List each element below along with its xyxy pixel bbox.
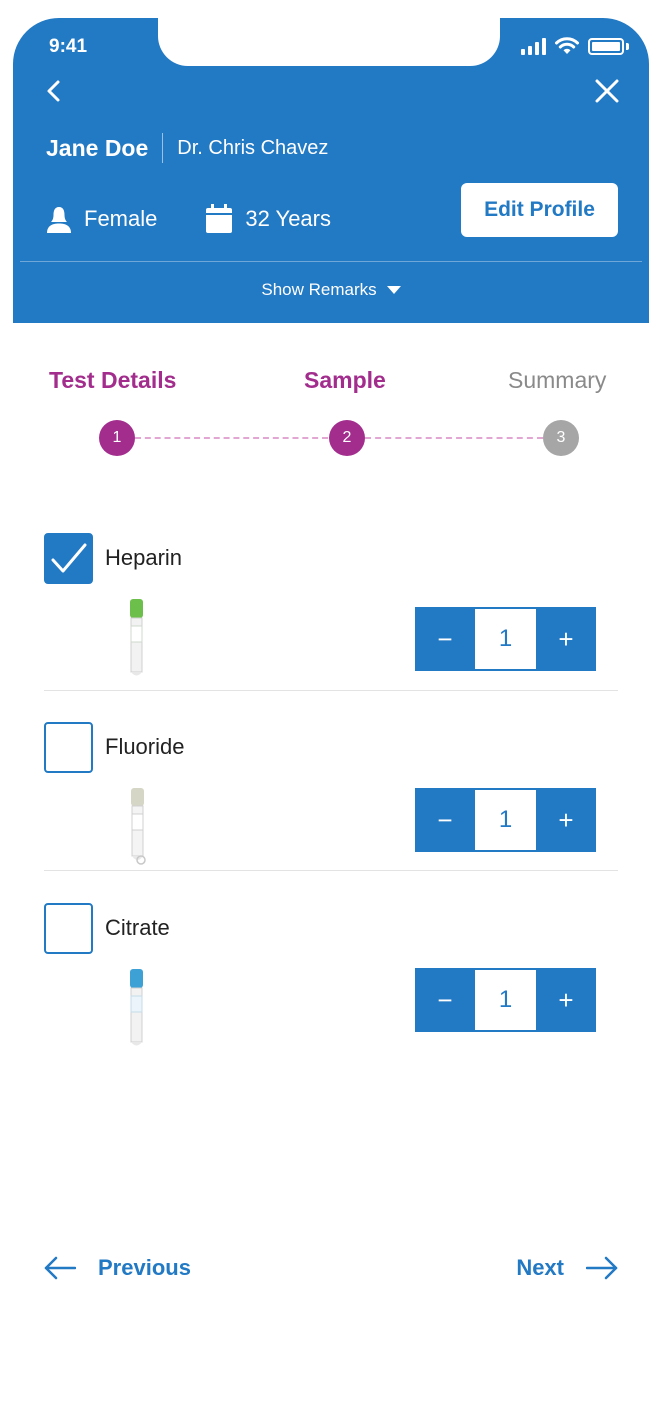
white-tube-icon [131,788,146,865]
battery-icon [588,37,624,55]
header-divider [20,261,642,262]
step-label-sample[interactable]: Sample [304,367,386,394]
quantity-value[interactable]: 1 [475,609,536,669]
quantity-value[interactable]: 1 [475,970,536,1030]
person-icon [47,207,71,233]
patient-name: Jane Doe [46,134,149,161]
arrow-right-icon [586,1256,618,1280]
wifi-icon [555,37,579,54]
edit-profile-button[interactable]: Edit Profile [461,183,618,237]
sample-item-citrate: Citrate − 1 + [44,903,618,1053]
sample-checkbox-fluoride[interactable] [44,722,93,773]
status-icons [521,36,629,56]
next-button[interactable]: Next [516,1255,618,1281]
sample-name: Heparin [105,545,183,570]
step-number-3[interactable]: 3 [543,420,579,456]
sample-item-fluoride: Fluoride − 1 + [44,722,618,872]
decrease-button[interactable]: − [415,968,475,1032]
arrow-left-icon [44,1256,76,1280]
increase-button[interactable]: + [536,968,596,1032]
step-label-test-details[interactable]: Test Details [49,367,176,394]
sample-name: Fluoride [105,734,185,759]
sample-name: Citrate [105,915,170,940]
show-remarks-toggle[interactable]: Show Remarks [13,280,649,300]
gender-info: Female [46,205,157,233]
sample-divider [44,690,618,691]
battery-tip [626,42,629,50]
increase-button[interactable]: + [536,607,596,671]
step-label-summary[interactable]: Summary [508,367,606,394]
step-connector [365,437,543,439]
quantity-value[interactable]: 1 [475,790,536,850]
green-tube-icon [130,599,143,676]
calendar-icon [206,204,233,233]
back-arrow-icon[interactable] [41,78,67,104]
quantity-stepper: − 1 + [415,788,596,852]
sample-divider [44,870,618,871]
quantity-stepper: − 1 + [415,607,596,671]
name-divider [162,133,164,163]
close-icon[interactable] [595,79,619,103]
previous-button[interactable]: Previous [44,1255,191,1281]
gender-label: Female [84,206,158,231]
status-time: 9:41 [49,36,88,57]
patient-name-row: Jane Doe Dr. Chris Chavez [46,133,328,163]
signal-icon [521,37,546,55]
age-info: 32 Years [205,204,331,234]
caret-down-icon [386,286,401,294]
decrease-button[interactable]: − [415,788,475,852]
device-notch [158,18,500,66]
previous-label: Previous [98,1255,191,1280]
patient-info-row: Female 32 Years [46,204,379,234]
blue-tube-icon [130,969,143,1046]
step-number-2[interactable]: 2 [329,420,365,456]
progress-stepper: Test Details Sample Summary 1 2 3 [0,362,660,462]
increase-button[interactable]: + [536,788,596,852]
doctor-name: Dr. Chris Chavez [177,136,329,159]
show-remarks-label: Show Remarks [261,280,377,299]
step-number-1[interactable]: 1 [99,420,135,456]
step-connector [135,437,328,439]
age-label: 32 Years [245,206,331,231]
quantity-stepper: − 1 + [415,968,596,1032]
checkmark-icon [51,543,87,573]
sample-checkbox-citrate[interactable] [44,903,93,954]
next-label: Next [516,1255,564,1280]
sample-item-heparin: Heparin − 1 + [44,533,618,683]
decrease-button[interactable]: − [415,607,475,671]
sample-checkbox-heparin[interactable] [44,533,93,584]
